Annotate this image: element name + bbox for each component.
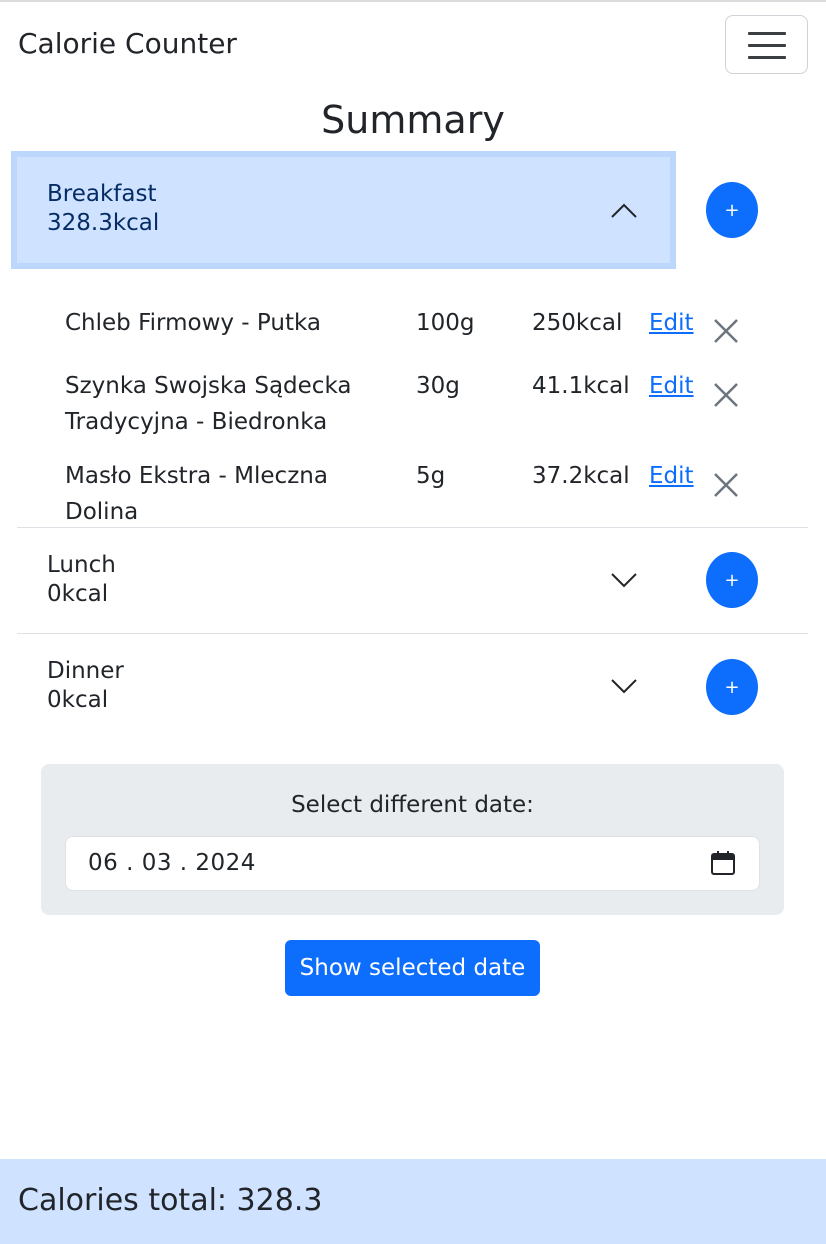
food-item-kcal: 37.2kcal xyxy=(532,463,630,489)
meal-kcal: 0kcal xyxy=(47,687,109,713)
show-selected-date-button[interactable]: Show selected date xyxy=(285,940,540,996)
date-label: Select different date: xyxy=(291,792,534,818)
hamburger-icon xyxy=(748,44,786,47)
hamburger-icon xyxy=(748,56,786,59)
add-food-button-breakfast[interactable]: + xyxy=(706,182,758,238)
add-food-button-dinner[interactable]: + xyxy=(706,659,758,715)
page-title: Summary xyxy=(321,98,505,142)
chevron-down-icon xyxy=(611,679,637,694)
close-icon[interactable] xyxy=(711,316,741,346)
calendar-icon[interactable] xyxy=(710,850,736,876)
add-food-button-lunch[interactable]: + xyxy=(706,552,758,608)
date-input[interactable]: 06 . 03 . 2024 xyxy=(65,836,760,891)
food-item-kcal: 41.1kcal xyxy=(532,373,630,399)
close-icon[interactable] xyxy=(711,470,741,500)
edit-link[interactable]: Edit xyxy=(649,305,694,341)
meal-name: Lunch xyxy=(47,552,116,578)
accordion-header-dinner[interactable]: Dinner 0kcal xyxy=(17,634,670,740)
food-item-quantity: 5g xyxy=(416,463,446,489)
chevron-down-icon xyxy=(611,573,637,588)
date-picker-card: Select different date: 06 . 03 . 2024 xyxy=(41,764,784,915)
food-item-quantity: 100g xyxy=(416,310,475,336)
navbar-brand[interactable]: Calorie Counter xyxy=(18,27,237,60)
food-item-kcal: 250kcal xyxy=(532,310,623,336)
food-item-name: Szynka Swojska Sądecka Tradycyjna - Bied… xyxy=(65,373,352,435)
meal-kcal: 0kcal xyxy=(47,581,109,607)
meal-kcal: 328.3kcal xyxy=(47,210,160,236)
edit-link[interactable]: Edit xyxy=(649,368,694,404)
food-item-name: Chleb Firmowy - Putka xyxy=(65,310,321,336)
meal-name: Breakfast xyxy=(47,181,157,207)
meal-name: Dinner xyxy=(47,658,124,684)
calories-total: Calories total: 328.3 xyxy=(18,1183,323,1218)
navbar-toggler-button[interactable] xyxy=(725,15,808,74)
hamburger-icon xyxy=(748,32,786,35)
food-item-name: Masło Ekstra - Mleczna Dolina xyxy=(65,463,328,525)
footer: Calories total: 328.3 xyxy=(0,1159,826,1244)
accordion-header-breakfast[interactable]: Breakfast 328.3kcal xyxy=(11,151,676,269)
food-item-quantity: 30g xyxy=(416,373,460,399)
accordion-header-lunch[interactable]: Lunch 0kcal xyxy=(17,528,670,634)
edit-link[interactable]: Edit xyxy=(649,458,694,494)
close-icon[interactable] xyxy=(711,380,741,410)
navbar: Calorie Counter xyxy=(0,2,826,88)
date-value[interactable]: 06 . 03 . 2024 xyxy=(88,850,256,876)
chevron-up-icon xyxy=(611,203,637,218)
